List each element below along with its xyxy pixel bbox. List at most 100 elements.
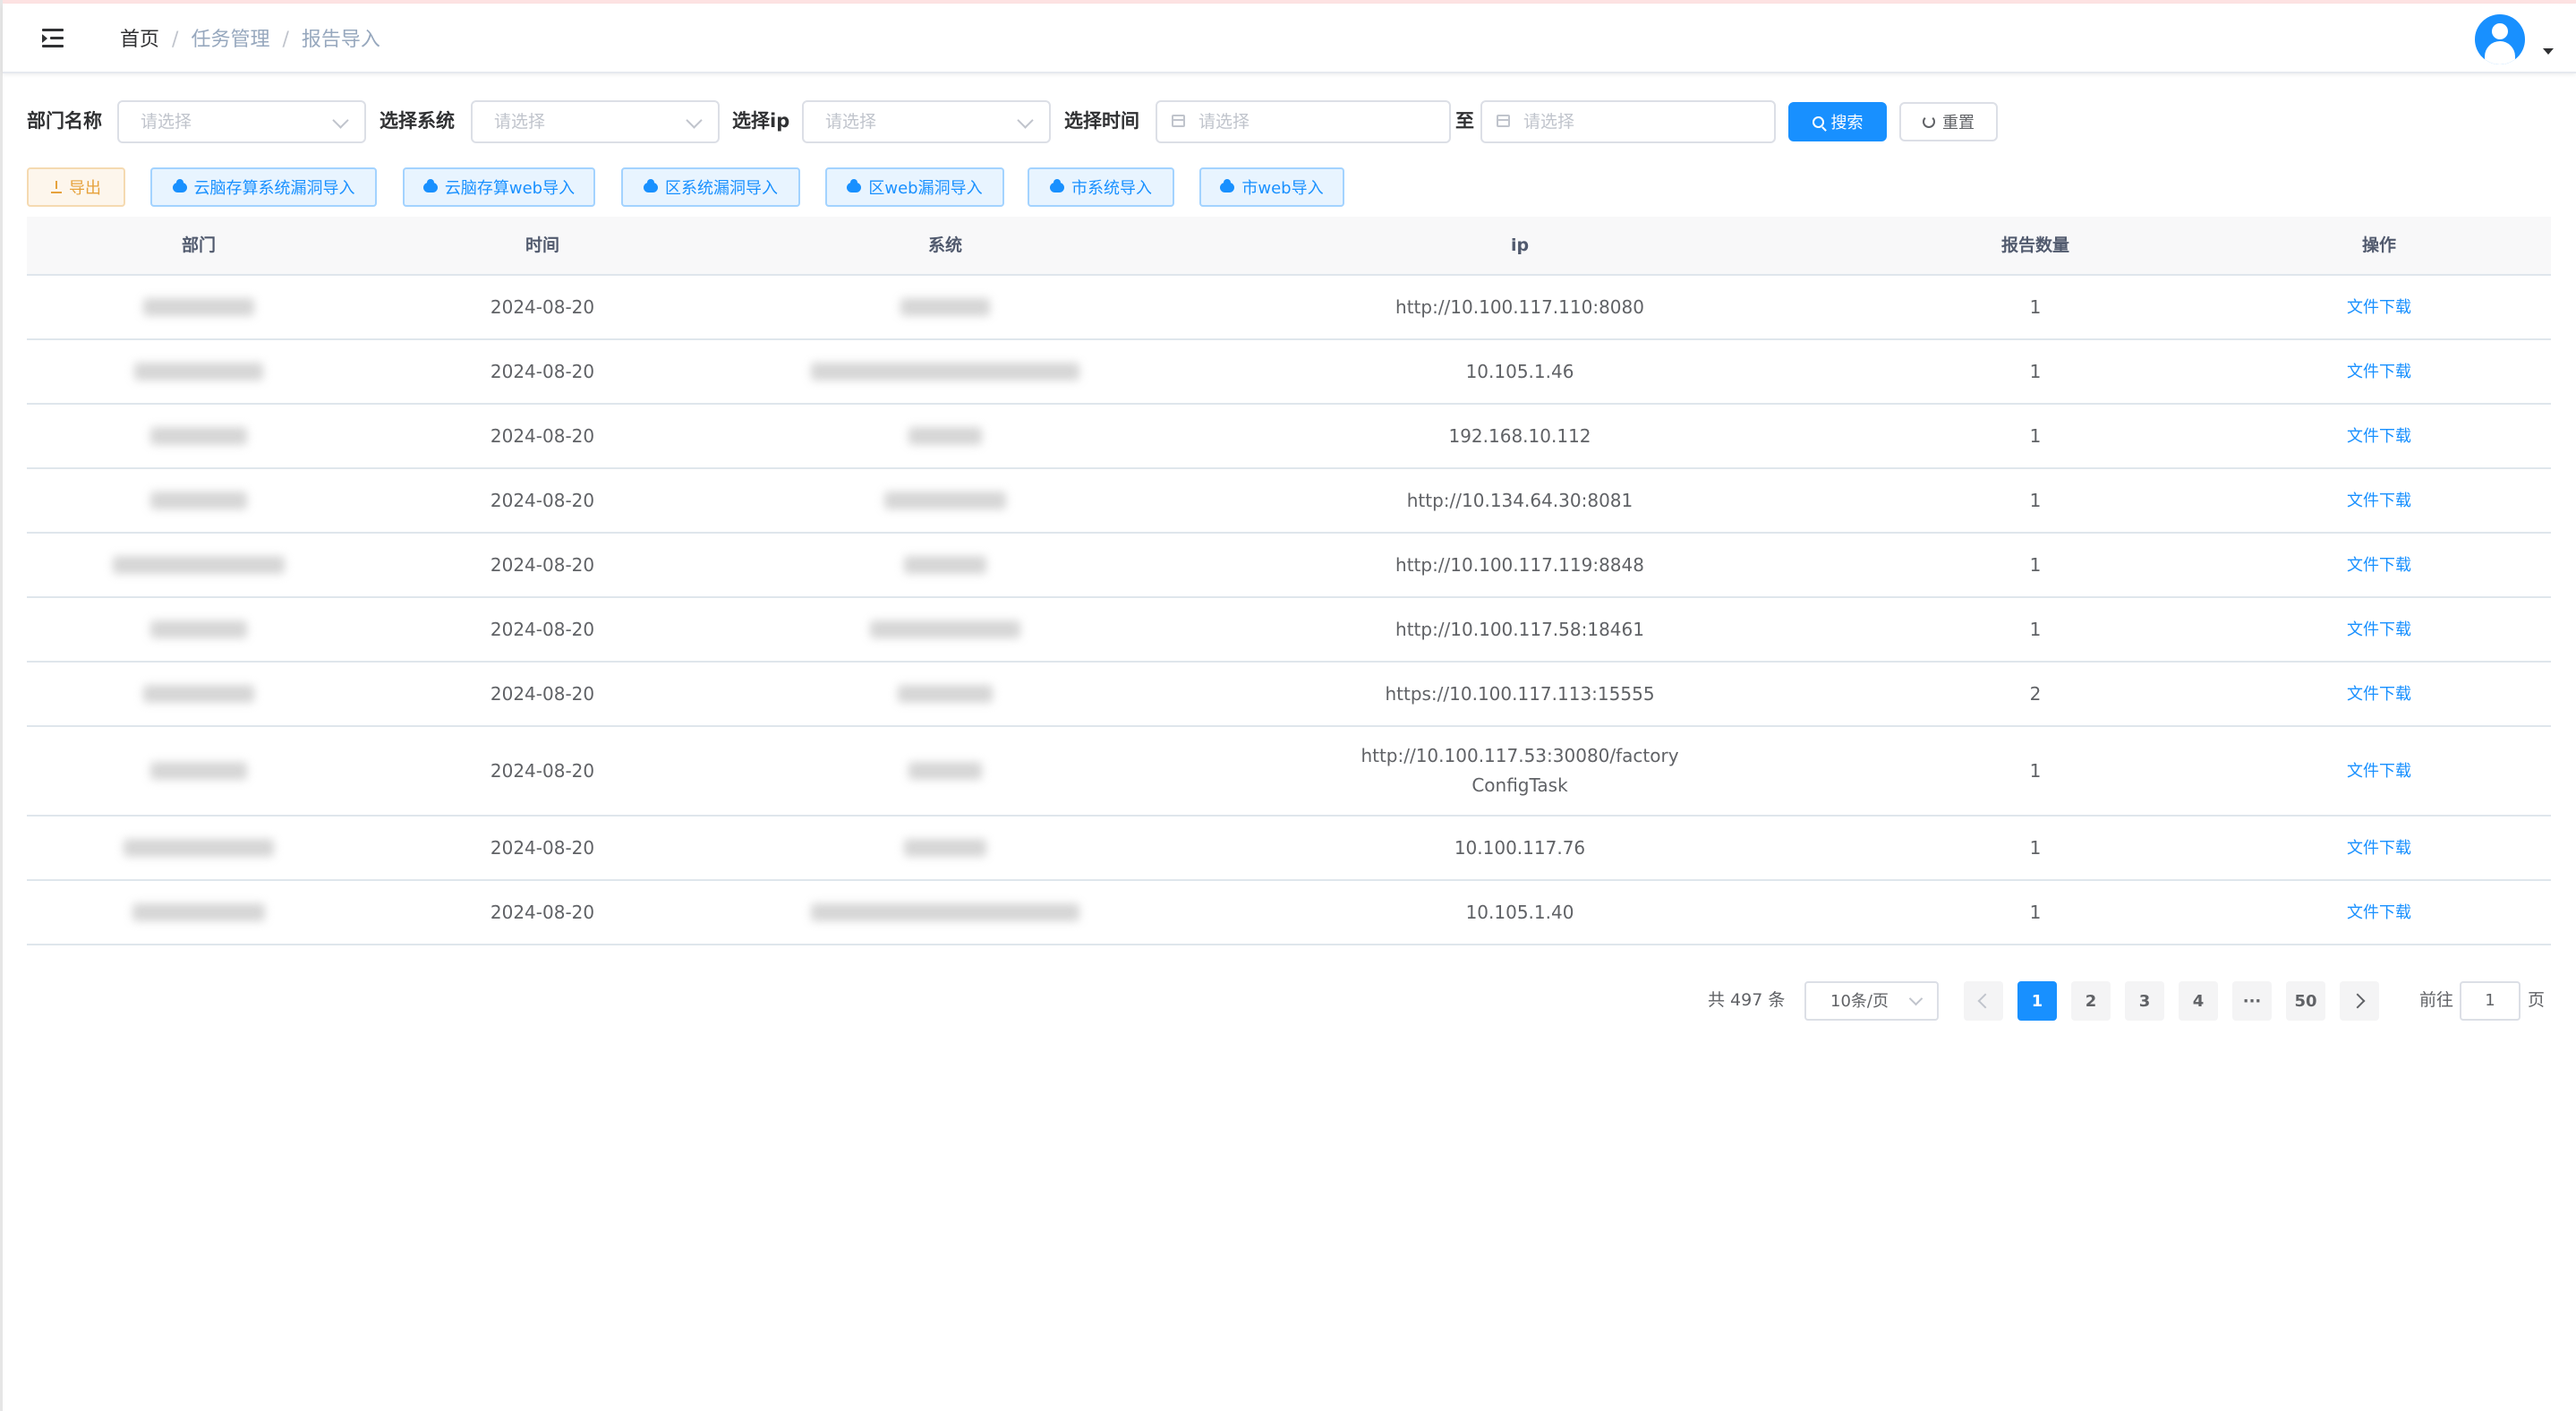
file-download-link[interactable]: 文件下载	[2347, 834, 2411, 863]
import-button-label: 云脑存算系统漏洞导入	[193, 179, 355, 198]
page-button-1[interactable]: 1	[2017, 981, 2057, 1021]
redacted-text	[134, 363, 263, 381]
redacted-text	[898, 685, 993, 703]
cell-actions: 文件下载	[2207, 405, 2551, 467]
cloud-upload-icon	[172, 178, 187, 192]
page-button-50[interactable]: 50	[2286, 981, 2325, 1021]
import-button-label: 市系统导入	[1071, 179, 1152, 198]
page-ellipsis-button[interactable]: ···	[2232, 981, 2272, 1021]
import-city-web-button[interactable]: 市web导入	[1199, 167, 1344, 207]
chevron-left-icon	[1977, 993, 1993, 1009]
cell-system	[714, 405, 1176, 467]
cell-system	[714, 534, 1176, 596]
import-city-system-button[interactable]: 市系统导入	[1028, 167, 1174, 207]
cell-actions: 文件下载	[2207, 881, 2551, 944]
cell-system	[714, 817, 1176, 879]
system-select[interactable]: 请选择	[471, 100, 720, 143]
page-size-select[interactable]: 10条/页	[1804, 981, 1939, 1021]
cell-report-count: 1	[1864, 534, 2207, 596]
redacted-text	[150, 492, 247, 509]
cell-report-count: 1	[1864, 817, 2207, 879]
cell-time: 2024-08-20	[371, 663, 714, 725]
calendar-icon	[1172, 115, 1185, 127]
cloud-upload-icon	[1220, 178, 1235, 192]
user-avatar-icon[interactable]	[2475, 14, 2525, 64]
file-download-link[interactable]: 文件下载	[2347, 680, 2411, 709]
table-row: 2024-08-20 10.105.1.40 1 文件下载	[27, 881, 2551, 945]
cell-report-count: 1	[1864, 598, 2207, 661]
cell-actions: 文件下载	[2207, 469, 2551, 532]
table-row: 2024-08-20 http://10.100.117.119:8848 1 文件下…	[27, 534, 2551, 598]
end-date-picker[interactable]: 请选择	[1480, 100, 1776, 143]
redacted-text	[124, 839, 274, 857]
redacted-text	[143, 685, 254, 703]
prev-page-button[interactable]	[1964, 981, 2003, 1021]
breadcrumb: 首页 / 任务管理 / 报告导入	[120, 27, 380, 54]
table-row: 2024-08-20 https://10.100.117.113:15555 2 文…	[27, 663, 2551, 727]
cloud-upload-icon	[644, 178, 658, 192]
import-district-web-vuln-button[interactable]: 区web漏洞导入	[825, 167, 1004, 207]
redacted-text	[900, 298, 990, 316]
cell-time: 2024-08-20	[371, 276, 714, 338]
cell-report-count: 1	[1864, 469, 2207, 532]
cell-system	[714, 727, 1176, 815]
goto-prefix: 前往	[2419, 990, 2454, 1010]
export-button[interactable]: 导出	[27, 167, 125, 207]
cell-dept	[27, 276, 371, 338]
file-download-link[interactable]: 文件下载	[2347, 551, 2411, 580]
table-row: 2024-08-20 http://10.100.117.53:30080/fac…	[27, 727, 2551, 817]
breadcrumb-report-import: 报告导入	[301, 29, 380, 51]
redacted-text	[904, 556, 986, 574]
caret-down-icon[interactable]	[2543, 48, 2554, 55]
import-button-label: 区web漏洞导入	[868, 179, 983, 198]
header-ip: ip	[1510, 235, 1530, 255]
breadcrumb-task-management[interactable]: 任务管理	[191, 29, 269, 51]
cell-actions: 文件下载	[2207, 598, 2551, 661]
breadcrumb-home[interactable]: 首页	[120, 29, 159, 51]
page-button-2[interactable]: 2	[2071, 981, 2111, 1021]
file-download-link[interactable]: 文件下载	[2347, 615, 2411, 645]
redacted-text	[904, 839, 986, 857]
page-button-3[interactable]: 3	[2125, 981, 2164, 1021]
import-button-label: 云脑存算web导入	[444, 179, 576, 198]
cell-dept	[27, 469, 371, 532]
cell-time-text: 2024-08-20	[490, 553, 595, 576]
next-page-button[interactable]	[2340, 981, 2379, 1021]
file-download-link[interactable]: 文件下载	[2347, 293, 2411, 322]
import-district-system-vuln-button[interactable]: 区系统漏洞导入	[621, 167, 800, 207]
file-download-link[interactable]: 文件下载	[2347, 898, 2411, 928]
header-dept: 部门	[181, 235, 216, 255]
breadcrumb-separator: /	[172, 29, 179, 51]
dept-select[interactable]: 请选择	[117, 100, 366, 143]
cell-time-text: 2024-08-20	[490, 901, 595, 923]
search-button[interactable]: 搜索	[1788, 102, 1887, 141]
cell-time: 2024-08-20	[371, 469, 714, 532]
search-button-label: 搜索	[1830, 114, 1864, 133]
cell-report-count-text: 1	[2029, 489, 2042, 511]
cell-time-text: 2024-08-20	[490, 618, 595, 640]
breadcrumb-separator: /	[282, 29, 289, 51]
goto-suffix: 页	[2528, 990, 2546, 1010]
chevron-down-icon	[686, 112, 703, 129]
table-row: 2024-08-20 http://10.100.117.58:18461 1 文件下…	[27, 598, 2551, 663]
cell-ip: 10.100.117.76	[1176, 817, 1864, 879]
goto-page-input[interactable]: 1	[2460, 981, 2521, 1021]
cell-ip-text: http://10.100.117.110:8080	[1395, 295, 1644, 318]
ip-select[interactable]: 请选择	[802, 100, 1051, 143]
redacted-text	[811, 903, 1079, 921]
file-download-link[interactable]: 文件下载	[2347, 757, 2411, 786]
redacted-text	[113, 556, 285, 574]
import-cloud-system-vuln-button[interactable]: 云脑存算系统漏洞导入	[150, 167, 377, 207]
file-download-link[interactable]: 文件下载	[2347, 486, 2411, 516]
import-cloud-web-button[interactable]: 云脑存算web导入	[403, 167, 595, 207]
cell-report-count: 2	[1864, 663, 2207, 725]
file-download-link[interactable]: 文件下载	[2347, 422, 2411, 451]
hamburger-icon[interactable]	[42, 29, 67, 48]
cell-report-count-text: 2	[2029, 682, 2042, 705]
cell-actions: 文件下载	[2207, 727, 2551, 815]
page-button-4[interactable]: 4	[2179, 981, 2218, 1021]
cell-actions: 文件下载	[2207, 534, 2551, 596]
start-date-picker[interactable]: 请选择	[1156, 100, 1451, 143]
reset-button[interactable]: 重置	[1899, 102, 1998, 141]
file-download-link[interactable]: 文件下载	[2347, 357, 2411, 387]
